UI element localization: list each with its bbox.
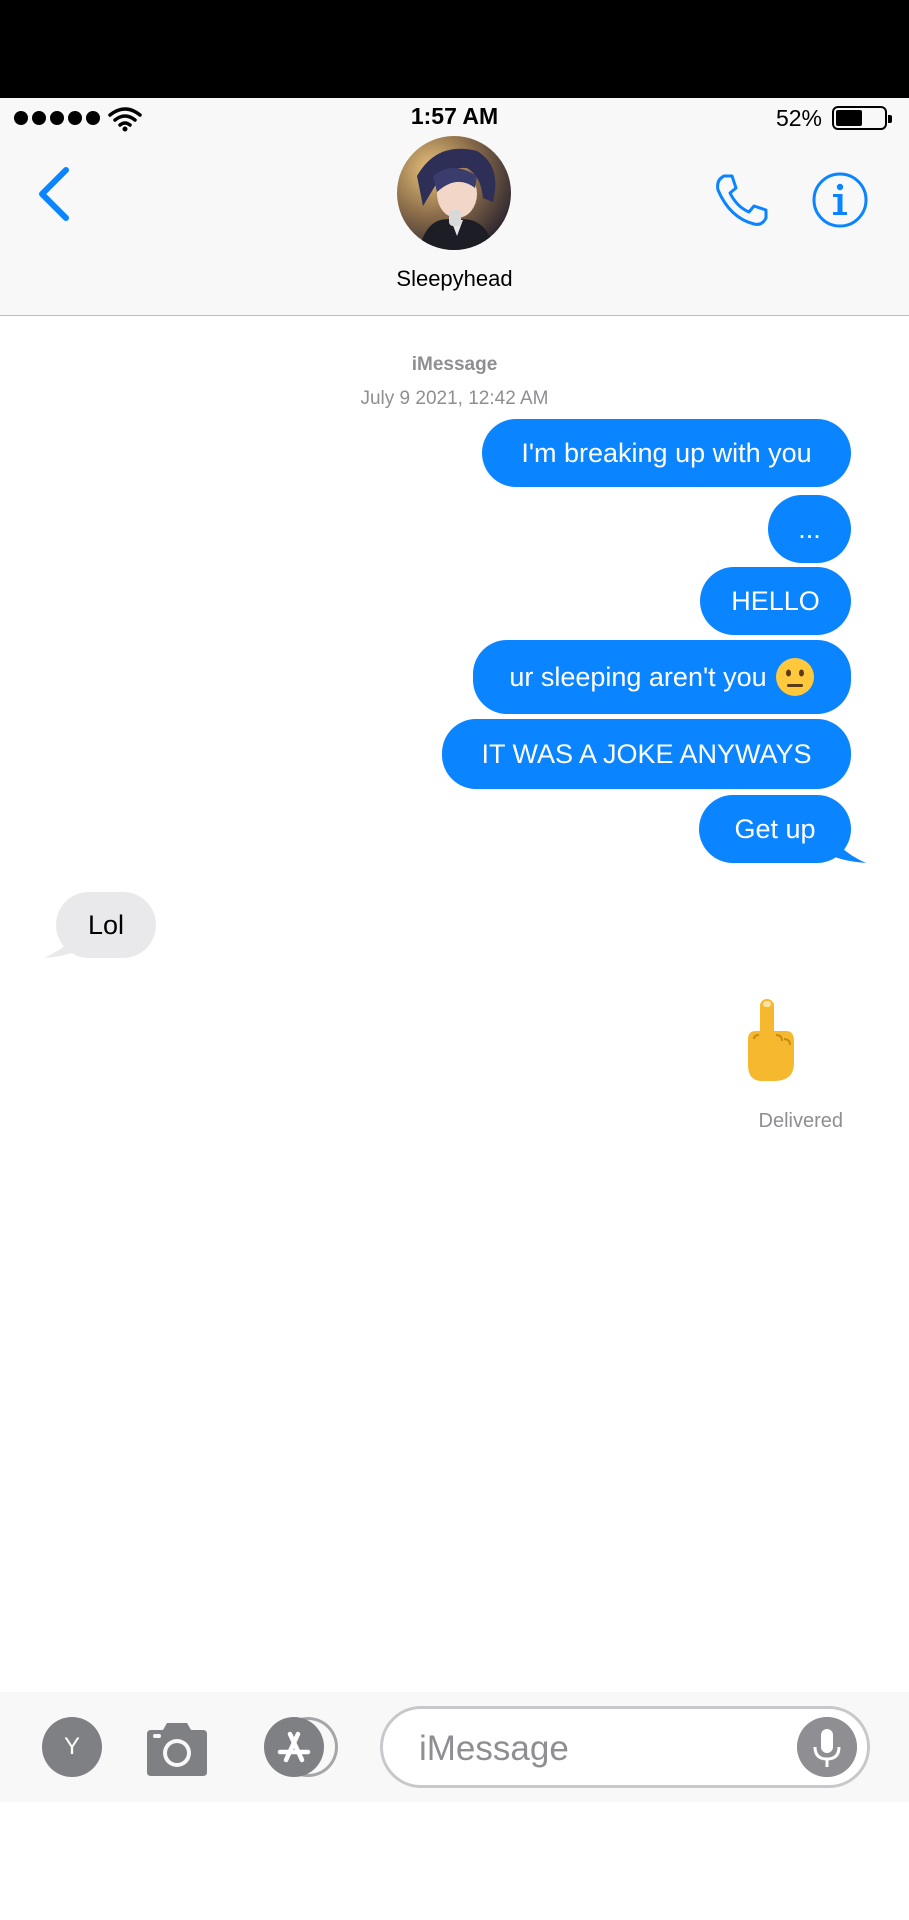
conversation-header: Sleepyhead [0, 136, 909, 316]
message-text: ur sleeping aren't you [509, 661, 767, 692]
message-text: Lol [87, 909, 125, 940]
middle-finger-emoji-icon[interactable] [740, 995, 800, 1085]
microphone-icon[interactable] [797, 1717, 857, 1777]
info-icon[interactable] [810, 170, 870, 230]
delivery-status: Delivered [758, 1110, 843, 1132]
app-store-icon[interactable] [258, 1714, 342, 1780]
app-letter: Y [63, 1733, 80, 1760]
message-text: Get up [734, 813, 816, 844]
message-input-placeholder: iMessage [419, 1729, 569, 1768]
message-bubble-sent[interactable]: ur sleeping aren't you [473, 640, 851, 714]
phone-icon[interactable] [710, 170, 770, 230]
message-input[interactable]: iMessage [380, 1706, 870, 1788]
message-bubble-sent[interactable]: IT WAS A JOKE ANYWAYS [442, 719, 851, 789]
battery-percent: 52% [775, 105, 822, 131]
app-drawer-y-button[interactable]: Y [42, 1717, 102, 1777]
message-text: IT WAS A JOKE ANYWAYS [481, 738, 812, 769]
message-bubble-sent[interactable]: HELLO [700, 567, 851, 635]
status-bar: 1:57 AM 52% [0, 98, 909, 136]
composer-bar: Y iMessage [0, 1692, 909, 1802]
bubble-tail [826, 823, 866, 863]
contact-name[interactable]: Sleepyhead [0, 266, 909, 292]
message-text: ... [798, 513, 821, 544]
conversation-timestamp: July 9 2021, 12:42 AM [360, 388, 549, 409]
camera-icon[interactable] [143, 1720, 211, 1778]
top-black-bar [0, 0, 909, 98]
message-bubble-sent[interactable]: I'm breaking up with you [482, 419, 851, 487]
message-text: HELLO [731, 585, 820, 616]
battery-icon [832, 106, 892, 130]
back-chevron-icon[interactable] [36, 166, 72, 222]
avatar[interactable] [397, 136, 511, 250]
service-label: iMessage [411, 354, 498, 375]
message-bubble-sent[interactable]: ... [768, 495, 851, 563]
message-text: I'm breaking up with you [521, 437, 812, 468]
message-bubble-received[interactable]: Lol [56, 892, 156, 958]
neutral-face-emoji-icon [775, 658, 814, 696]
status-time: 1:57 AM [410, 103, 499, 129]
